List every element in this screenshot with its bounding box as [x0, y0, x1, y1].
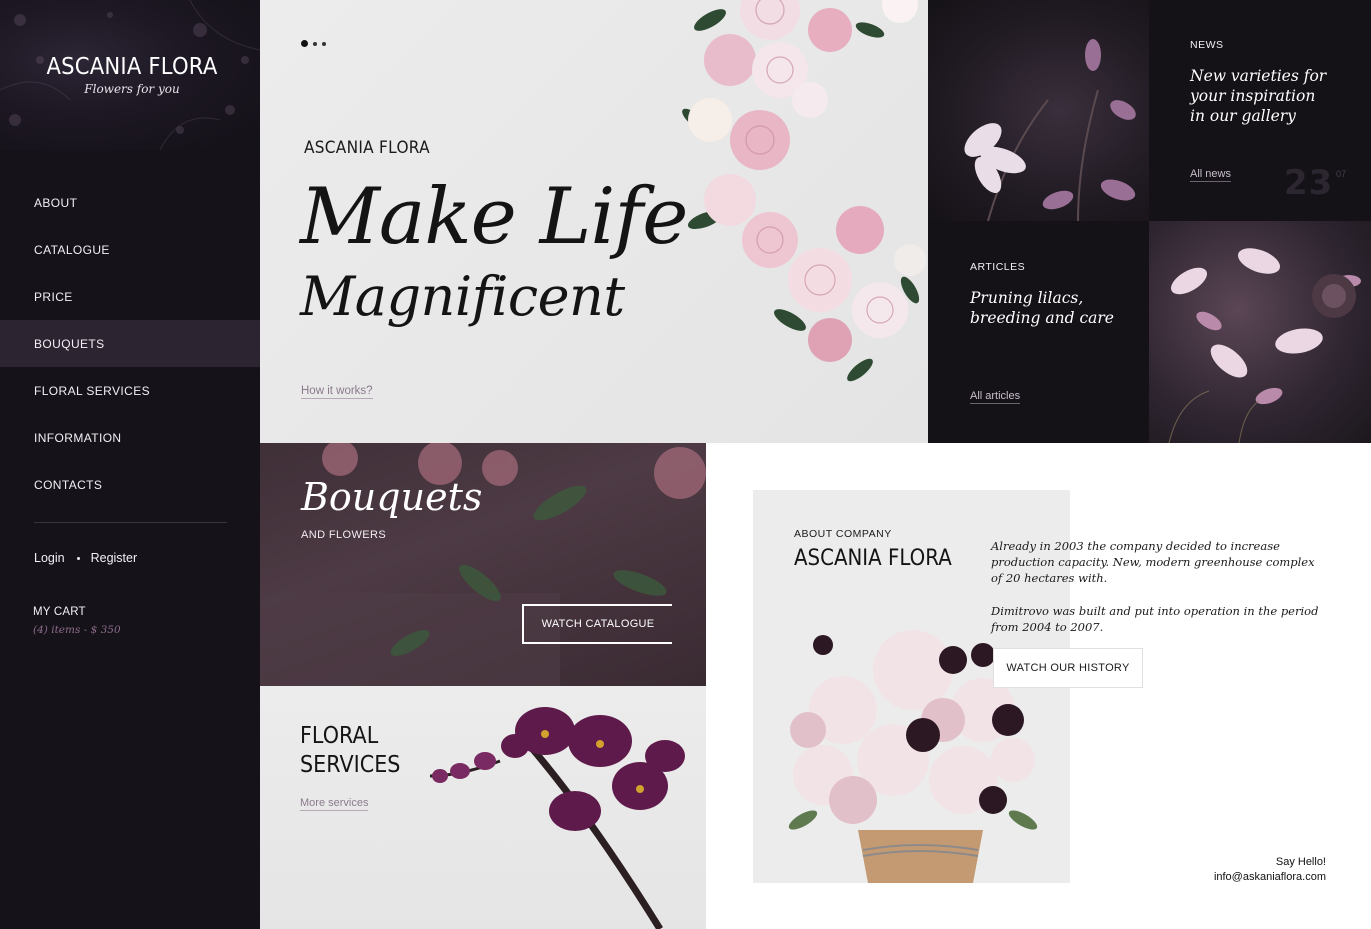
main-nav: ABOUT CATALOGUE PRICE BOUQUETS FLORAL SE… [0, 179, 260, 508]
nav-item-catalogue[interactable]: CATALOGUE [0, 226, 260, 273]
sidebar-divider [34, 522, 227, 523]
cart-label[interactable]: MY CART [33, 606, 86, 618]
register-link[interactable]: Register [91, 551, 138, 565]
news-date-month: 07 [1336, 169, 1347, 179]
articles-headline[interactable]: Pruning lilacs, breeding and care [970, 288, 1114, 328]
contact-greeting: Say Hello! [1275, 856, 1326, 868]
all-articles-link[interactable]: All articles [970, 390, 1021, 404]
news-tile: NEWS New varieties for your inspiration … [1149, 0, 1371, 221]
magnolia-illustration [964, 39, 1136, 221]
nav-item-price[interactable]: PRICE [0, 273, 260, 320]
nav-item-information[interactable]: INFORMATION [0, 414, 260, 461]
brand-header: ASCANIA FLORA Flowers for you [0, 0, 260, 150]
bouquets-banner[interactable]: Bouquets AND FLOWERS WATCH CATALOGUE [260, 443, 706, 686]
hero-title-line1: Make Life [300, 172, 688, 262]
slider-dot-1[interactable] [301, 40, 308, 47]
how-it-works-link[interactable]: How it works? [301, 385, 373, 399]
nav-item-floral-services[interactable]: FLORAL SERVICES [0, 367, 260, 414]
auth-links: Login Register [34, 551, 137, 565]
contact-email[interactable]: info@askaniaflora.com [1214, 870, 1326, 885]
hero-title-line2: Magnificent [300, 265, 625, 328]
articles-headline-line1: Pruning lilacs, [970, 289, 1084, 307]
watch-history-button[interactable]: WATCH OUR HISTORY [993, 648, 1143, 688]
brand-tagline: Flowers for you [84, 82, 180, 96]
login-link[interactable]: Login [34, 551, 65, 565]
slider-dot-3[interactable] [322, 41, 326, 46]
flower-garden-image [1149, 221, 1371, 443]
cart-summary[interactable]: (4) items - $ 350 [33, 624, 121, 636]
more-services-link[interactable]: More services [300, 797, 369, 811]
slider-dots [301, 40, 326, 47]
bouquets-title: Bouquets [301, 475, 483, 519]
hero-slide: ASCANIA FLORA Make Life Magnificent How … [260, 0, 928, 443]
about-paragraph-2: Dimitrovo was built and put into operati… [991, 604, 1319, 634]
news-date-day: 23 [1284, 163, 1334, 203]
watch-catalogue-button[interactable]: WATCH CATALOGUE [522, 604, 672, 644]
about-paragraph-1: Already in 2003 the company decided to i… [991, 539, 1315, 585]
nav-item-bouquets[interactable]: BOUQUETS [0, 320, 260, 367]
news-headline-line3: in our gallery [1190, 107, 1296, 125]
flower-garden-illustration [1168, 248, 1361, 443]
articles-label: ARTICLES [970, 261, 1026, 273]
magnolia-image [928, 0, 1149, 221]
bouquets-subtitle: AND FLOWERS [301, 529, 387, 541]
news-headline-line1: New varieties for [1190, 67, 1327, 85]
floral-services-banner[interactable]: FLORAL SERVICES More services [260, 686, 706, 929]
nav-item-contacts[interactable]: CONTACTS [0, 461, 260, 508]
articles-tile: ARTICLES Pruning lilacs, breeding and ca… [928, 221, 1149, 443]
news-headline[interactable]: New varieties for your inspiration in ou… [1190, 66, 1326, 126]
floral-services-title-line1: FLORAL [300, 723, 379, 749]
orchid-image [429, 707, 685, 929]
peony-bouquet-image [788, 630, 1038, 883]
floral-services-title-line2: SERVICES [300, 752, 401, 778]
slider-dot-2[interactable] [313, 41, 317, 46]
peony-wreath-image [682, 0, 926, 382]
contact-block: Say Hello! info@askaniaflora.com [1214, 855, 1326, 885]
floral-services-title: FLORAL SERVICES [300, 722, 400, 780]
sidebar: ASCANIA FLORA Flowers for you ABOUT CATA… [0, 0, 260, 929]
nav-item-about[interactable]: ABOUT [0, 179, 260, 226]
about-description: Already in 2003 the company decided to i… [991, 538, 1321, 635]
about-title: ASCANIA FLORA [794, 546, 952, 571]
about-label: ABOUT COMPANY [794, 528, 892, 540]
news-headline-line2: your inspiration [1190, 87, 1316, 105]
hero-brand: ASCANIA FLORA [304, 138, 430, 157]
brand-title[interactable]: ASCANIA FLORA [11, 54, 254, 80]
news-label: NEWS [1190, 39, 1224, 51]
articles-headline-line2: breeding and care [970, 309, 1114, 327]
all-news-link[interactable]: All news [1190, 168, 1231, 182]
separator-dot [76, 556, 80, 560]
